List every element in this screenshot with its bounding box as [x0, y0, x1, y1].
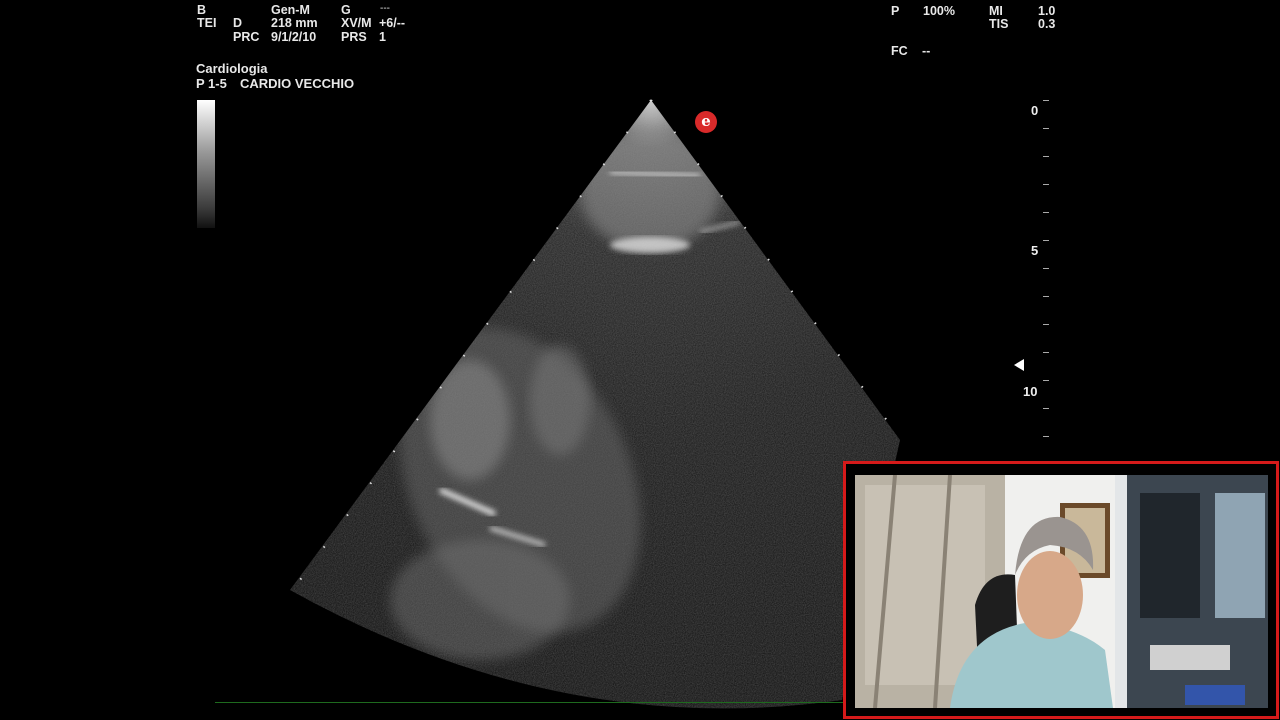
tis-value: 0.3 [1038, 17, 1056, 31]
power-value: 100% [923, 4, 955, 18]
prs-value: 1 [379, 30, 386, 44]
department-label: Cardiologia [196, 61, 268, 76]
depth-tick [1043, 268, 1049, 269]
orientation-marker-icon: e [695, 111, 717, 133]
depth-tick [1043, 156, 1049, 157]
webcam-overlay [843, 461, 1279, 719]
probe-label: P 1-5 [196, 76, 227, 91]
depth-label: D [233, 16, 243, 30]
depth-tick [1043, 436, 1049, 437]
depth-tick [1043, 100, 1049, 101]
focus-arrow-icon[interactable] [1014, 359, 1024, 371]
preset-name-label: CARDIO VECCHIO [240, 76, 355, 91]
gain-value: --- [380, 3, 390, 14]
depth-tick [1043, 380, 1049, 381]
depth-value: 218 mm [271, 16, 318, 30]
depth-tick [1043, 128, 1049, 129]
tei-label: TEI [197, 16, 217, 30]
depth-scale-0: 0 [1031, 103, 1039, 118]
depth-tick [1043, 408, 1049, 409]
fc-label: FC [891, 44, 908, 58]
grayscale-bar [197, 100, 215, 228]
depth-tick [1043, 324, 1049, 325]
depth-scale-5: 5 [1031, 243, 1039, 258]
baseline-line [215, 702, 843, 703]
xv-value: +6/-- [379, 16, 406, 30]
depth-scale-10: 10 [1023, 384, 1038, 399]
depth-tick [1043, 212, 1049, 213]
fc-value: -- [922, 44, 931, 58]
depth-tick [1043, 352, 1049, 353]
prc-value: 9/1/2/10 [271, 30, 317, 44]
depth-tick [1043, 240, 1049, 241]
xv-label: XV/M [341, 16, 372, 30]
tis-label: TIS [989, 17, 1009, 31]
depth-tick [1043, 184, 1049, 185]
depth-tick [1043, 296, 1049, 297]
webcam-video [855, 475, 1268, 708]
webcam-scene-image [855, 475, 1268, 708]
prs-label: PRS [341, 30, 367, 44]
prc-label: PRC [233, 30, 260, 44]
power-label: P [891, 4, 900, 18]
